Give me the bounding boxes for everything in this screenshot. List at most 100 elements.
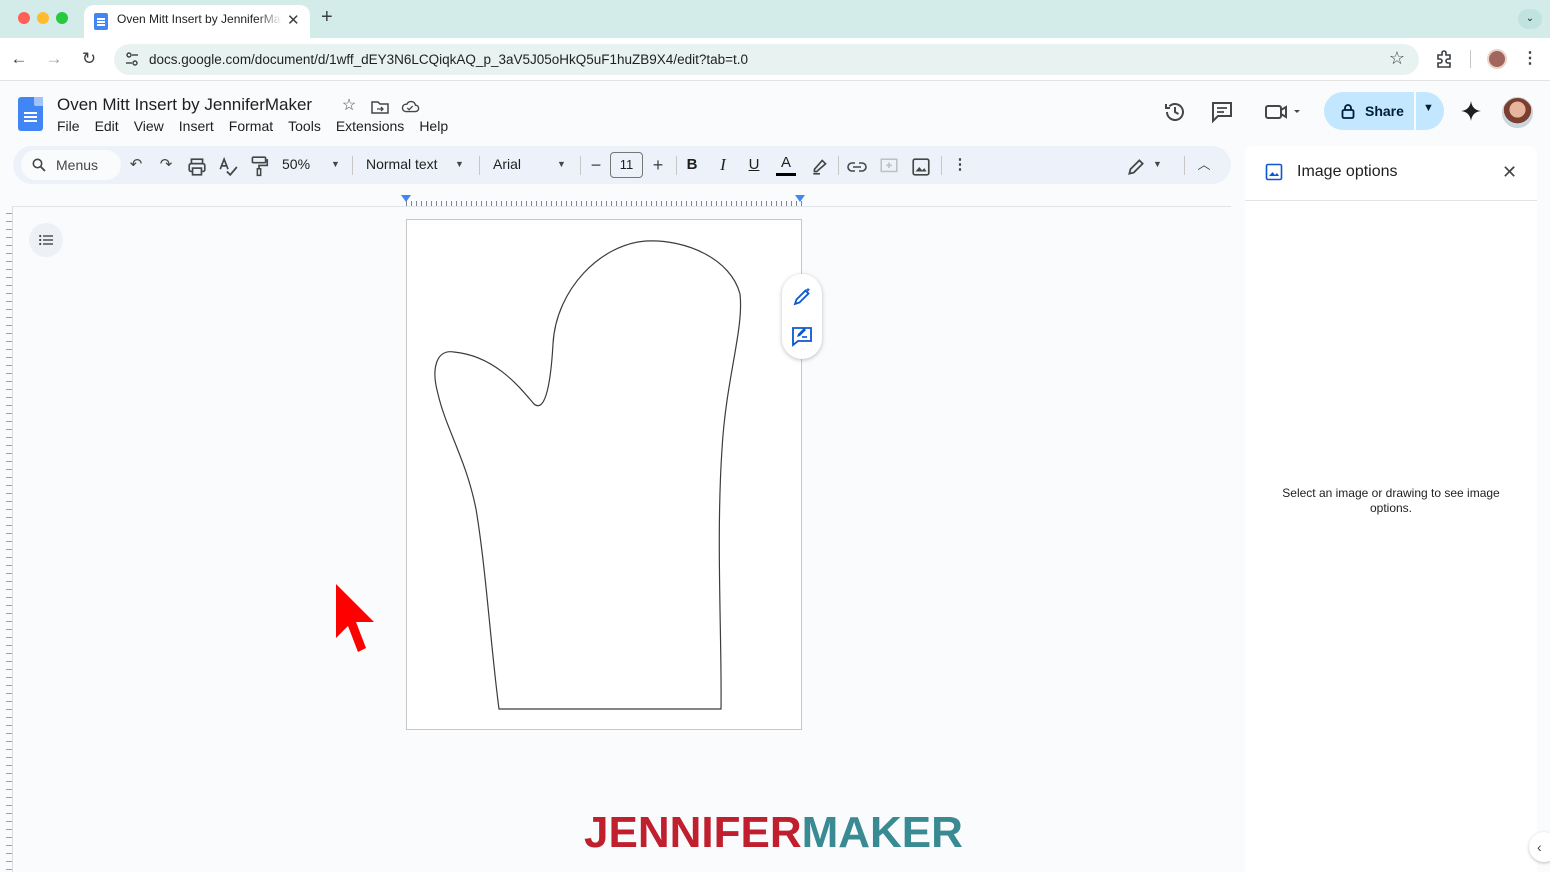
increase-font-size-button[interactable]: + [648,154,668,176]
url-text: docs.google.com/document/d/1wff_dEY3N6LC… [149,52,749,67]
undo-icon[interactable]: ↶ [126,154,146,176]
panel-empty-message: Select an image or drawing to see image … [1282,486,1500,515]
share-button[interactable]: Share ▼ [1324,92,1444,130]
insert-image-icon[interactable] [911,156,931,178]
share-dropdown-icon[interactable]: ▼ [1423,102,1434,114]
address-bar[interactable]: docs.google.com/document/d/1wff_dEY3N6LC… [114,44,1419,75]
extensions-icon[interactable] [1434,48,1456,70]
forward-icon[interactable]: → [43,48,65,70]
back-icon[interactable]: ← [8,48,30,70]
formatting-toolbar: Menus ↶ ↷ 50% ▼ Normal text ▼ Arial ▼ − … [13,146,1231,184]
menu-help[interactable]: Help [419,118,456,138]
chrome-menu-icon[interactable]: ⋮ [1522,48,1538,68]
lock-icon [1341,104,1355,119]
toolbar-separator [838,156,839,175]
share-label: Share [1365,103,1404,119]
toolbar-separator [1184,156,1185,175]
profile-avatar[interactable] [1487,49,1507,69]
left-indent-marker[interactable] [401,195,411,202]
print-icon[interactable] [187,156,207,178]
search-icon [32,158,46,172]
menu-bar: File Edit View Insert Format Tools Exten… [57,118,463,138]
image-options-panel: Image options ✕ Select an image or drawi… [1245,146,1537,872]
share-divider [1414,92,1416,130]
toolbar-separator [580,156,581,175]
red-pointer-cursor-icon [336,584,374,652]
italic-button[interactable]: I [713,154,733,176]
tab-search-chevron-icon[interactable]: ⌄ [1518,9,1542,29]
outline-list-icon [39,234,53,246]
panel-title: Image options [1297,163,1398,180]
menu-format[interactable]: Format [229,118,281,138]
close-panel-icon[interactable]: ✕ [1502,162,1517,183]
right-indent-marker[interactable] [795,195,805,202]
font-select[interactable]: Arial [493,156,521,172]
redo-icon[interactable]: ↷ [156,154,176,176]
window-minimize-button[interactable] [37,12,49,24]
menu-view[interactable]: View [134,118,172,138]
underline-button[interactable]: U [744,154,764,176]
editing-mode-pencil-icon[interactable] [1126,156,1146,178]
paint-format-icon[interactable] [249,155,269,177]
window-close-button[interactable] [18,12,30,24]
floating-action-menu [782,274,822,359]
toolbar-separator [676,156,677,175]
cloud-saved-icon[interactable] [400,97,420,117]
toolbar-separator [352,156,353,175]
menu-edit[interactable]: Edit [95,118,127,138]
browser-tabstrip: Oven Mitt Insert by JenniferMaker ✕ + ⌄ [0,0,1550,38]
add-comment-icon[interactable] [879,156,899,178]
hide-menus-chevron-icon[interactable]: ︿ [1194,154,1214,176]
jennifermaker-watermark: JENNIFERMAKER [584,808,963,858]
gemini-sparkle-icon[interactable] [1460,100,1482,122]
horizontal-ruler[interactable] [406,197,802,207]
text-color-swatch [776,173,796,176]
toolbar-separator [479,156,480,175]
meet-icon[interactable] [1263,99,1305,125]
menu-file[interactable]: File [57,118,88,138]
docs-logo-icon[interactable] [18,97,43,131]
menu-insert[interactable]: Insert [179,118,222,138]
version-history-icon[interactable] [1162,99,1188,125]
watermark-part2: MAKER [801,808,963,857]
browser-tab[interactable]: Oven Mitt Insert by JenniferMaker ✕ [84,5,310,38]
decrease-font-size-button[interactable]: − [586,154,606,176]
text-color-button[interactable]: A [776,152,796,174]
zoom-select[interactable]: 50% [282,156,310,172]
insert-link-icon[interactable] [847,156,867,178]
comments-icon[interactable] [1209,99,1235,125]
suggest-edits-icon[interactable] [791,325,813,347]
more-options-icon[interactable]: ⋮ [950,154,970,176]
highlight-color-icon[interactable] [810,155,830,177]
vertical-ruler[interactable] [0,206,13,872]
window-zoom-button[interactable] [56,12,68,24]
document-outline-button[interactable] [29,223,63,257]
spellcheck-icon[interactable] [218,156,238,178]
new-tab-button[interactable]: + [321,6,333,29]
menu-extensions[interactable]: Extensions [336,118,412,138]
bold-button[interactable]: B [682,154,702,176]
browser-toolbar: ← → ↻ docs.google.com/document/d/1wff_dE… [0,38,1550,81]
star-icon[interactable]: ☆ [339,95,359,115]
font-dropdown-icon[interactable]: ▼ [557,159,566,169]
image-icon [1265,163,1283,181]
watermark-part1: JENNIFER [584,808,802,857]
zoom-dropdown-icon[interactable]: ▼ [331,159,340,169]
paragraph-style-select[interactable]: Normal text [366,156,438,172]
font-size-input[interactable]: 11 [610,152,643,178]
bookmark-star-icon[interactable]: ☆ [1389,48,1405,69]
move-folder-icon[interactable] [370,97,390,117]
docs-favicon-icon [94,13,108,30]
user-avatar[interactable] [1502,97,1533,128]
menus-search-button[interactable]: Menus [21,150,121,180]
style-dropdown-icon[interactable]: ▼ [455,159,464,169]
reload-icon[interactable]: ↻ [78,48,100,70]
document-title[interactable]: Oven Mitt Insert by JenniferMaker [57,95,312,115]
tab-close-icon[interactable]: ✕ [287,11,300,29]
editing-mode-dropdown-icon[interactable]: ▼ [1153,159,1162,169]
site-info-icon[interactable] [124,51,140,67]
edit-with-ai-icon[interactable] [791,286,813,308]
menu-tools[interactable]: Tools [288,118,329,138]
panel-divider [1245,200,1537,201]
oven-mitt-outline-drawing[interactable] [406,219,802,730]
